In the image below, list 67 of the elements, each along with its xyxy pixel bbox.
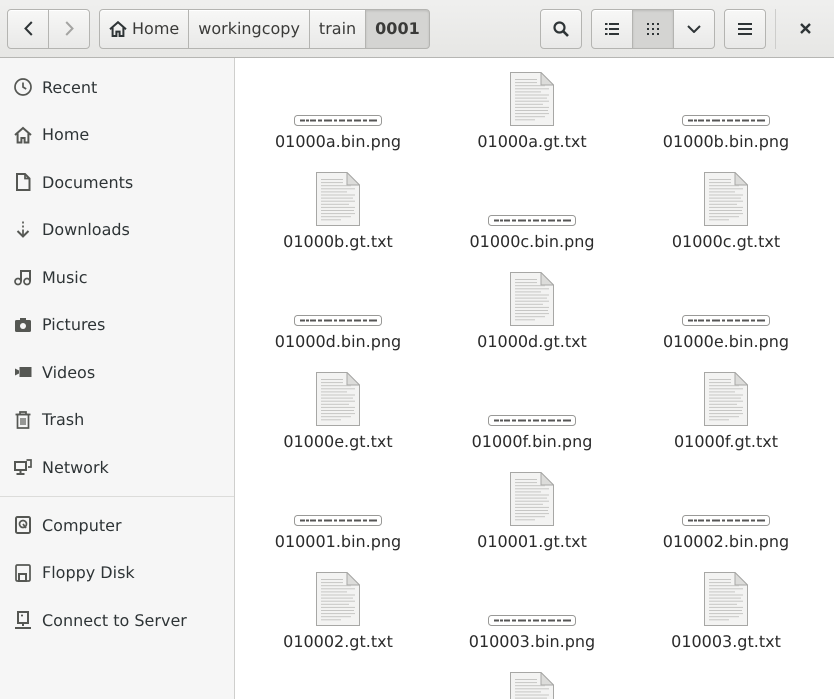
search-icon — [553, 20, 569, 36]
file-name[interactable]: 01000c.bin.png — [469, 232, 595, 252]
file-name[interactable]: 010001.bin.png — [274, 532, 402, 552]
camera-icon — [14, 316, 32, 334]
hard-drive-icon — [14, 516, 32, 534]
search-button[interactable] — [540, 8, 582, 48]
image-thumbnail-icon[interactable] — [488, 215, 576, 226]
chevron-down-icon — [687, 24, 701, 32]
path-button[interactable]: workingcopy — [188, 8, 310, 48]
close-icon — [800, 23, 810, 34]
image-thumbnail-icon[interactable] — [294, 515, 382, 526]
path-button[interactable]: train — [308, 8, 366, 48]
file-name[interactable]: 010002.gt.txt — [283, 632, 393, 652]
home-icon — [109, 20, 127, 36]
grid-view-button[interactable] — [632, 8, 674, 48]
image-thumbnail-icon[interactable] — [682, 115, 770, 126]
file-name[interactable]: 01000f.bin.png — [472, 432, 592, 452]
file-name[interactable]: 01000c.gt.txt — [672, 232, 780, 252]
sidebar-item[interactable]: Network — [14, 450, 111, 484]
chevron-left-icon — [24, 21, 32, 36]
music-notes-icon — [14, 268, 32, 286]
sidebar-item[interactable]: Downloads — [14, 212, 132, 246]
sidebar-item[interactable]: Trash — [14, 402, 86, 436]
sidebar-item[interactable]: Connect to Server — [14, 603, 189, 637]
sidebar-item[interactable]: Home — [14, 118, 92, 152]
file-name[interactable]: 01000b.gt.txt — [283, 232, 393, 252]
file-name[interactable]: 01000d.bin.png — [274, 332, 402, 352]
chevron-right-icon — [64, 21, 74, 36]
image-thumbnail-icon[interactable] — [294, 315, 382, 326]
file-name[interactable]: 01000b.bin.png — [662, 132, 790, 152]
sidebar-item[interactable]: Pictures — [14, 308, 108, 342]
network-computers-icon — [14, 458, 32, 476]
document-icon — [14, 173, 32, 191]
image-thumbnail-icon[interactable] — [682, 315, 770, 326]
file-name[interactable]: 010003.bin.png — [468, 632, 596, 652]
file-name[interactable]: 01000d.gt.txt — [477, 332, 587, 352]
download-arrow-icon — [14, 220, 32, 238]
back-button[interactable] — [7, 8, 49, 48]
path-button[interactable]: 0001 — [365, 8, 430, 48]
file-name[interactable]: 01000a.bin.png — [274, 132, 402, 152]
menu-button[interactable] — [724, 8, 766, 48]
home-icon — [14, 126, 32, 144]
file-name[interactable]: 01000e.bin.png — [662, 332, 790, 352]
image-thumbnail-icon[interactable] — [488, 415, 576, 426]
sidebar-item[interactable]: Computer — [14, 508, 124, 542]
image-thumbnail-icon[interactable] — [488, 615, 576, 626]
file-name[interactable]: 010002.bin.png — [662, 532, 790, 552]
list-view-icon — [605, 22, 619, 34]
image-thumbnail-icon[interactable] — [682, 515, 770, 526]
file-name[interactable]: 01000e.gt.txt — [283, 432, 393, 452]
list-view-button[interactable] — [591, 8, 633, 48]
grid-view-icon — [647, 22, 659, 34]
menu-icon — [738, 22, 752, 34]
image-thumbnail-icon[interactable] — [294, 115, 382, 126]
clock-icon — [14, 78, 32, 96]
trash-icon — [14, 410, 32, 428]
sidebar-item[interactable]: Documents — [14, 165, 136, 199]
sidebar-item[interactable]: Videos — [14, 355, 98, 389]
sidebar-item[interactable]: Music — [14, 260, 90, 294]
file-name[interactable]: 01000f.gt.txt — [674, 432, 778, 452]
computer-terminal-icon — [14, 611, 32, 629]
sidebar-item[interactable]: Recent — [14, 70, 100, 104]
file-name[interactable]: 010003.gt.txt — [671, 632, 781, 652]
file-name[interactable]: 010001.gt.txt — [477, 532, 587, 552]
path-button[interactable]: Home — [99, 8, 190, 48]
file-name[interactable]: 01000a.gt.txt — [477, 132, 587, 152]
sidebar-item[interactable]: Floppy Disk — [14, 556, 137, 590]
